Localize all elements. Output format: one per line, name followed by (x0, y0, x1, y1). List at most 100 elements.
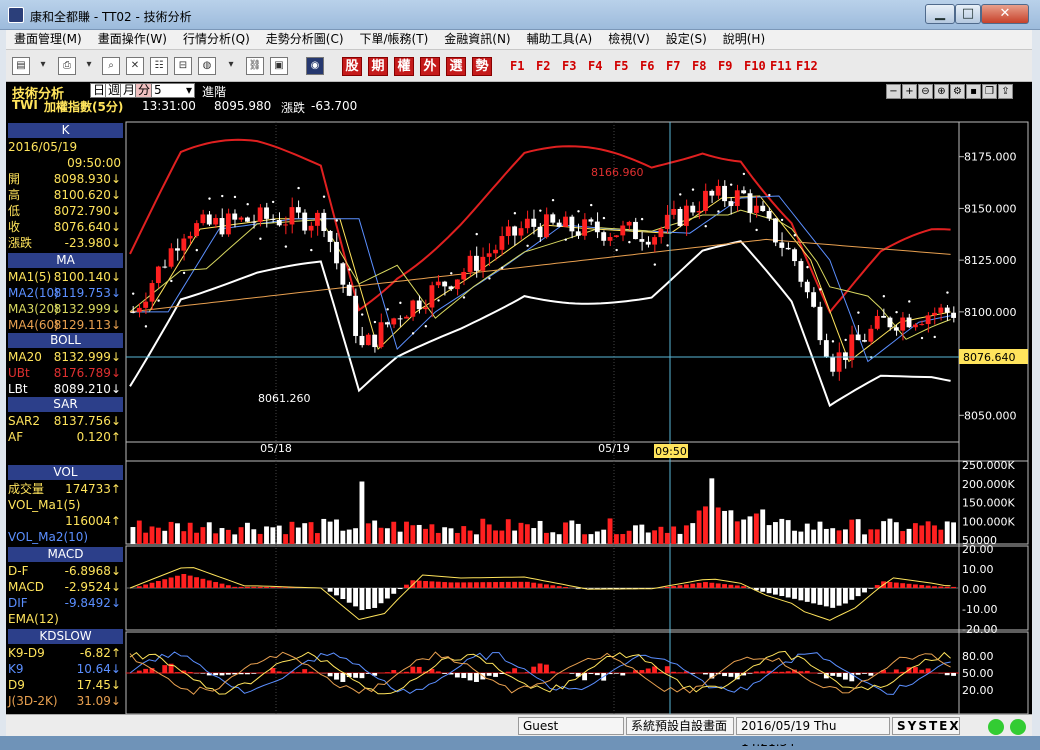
fkey-f5[interactable]: F5 (614, 59, 628, 73)
macd-bar (493, 582, 498, 588)
vol-tick-label: 150.000K (962, 497, 1015, 510)
kd-bar (200, 673, 205, 674)
kd-bar (436, 671, 441, 673)
volume-bar (709, 478, 714, 544)
menu-screen-operate[interactable]: 畫面操作(W) (90, 30, 175, 49)
kd-bar (277, 671, 282, 673)
sar-dot (336, 219, 338, 221)
candle-body (589, 219, 594, 221)
fkey-f3[interactable]: F3 (562, 59, 576, 73)
maximize-button[interactable]: □ (955, 4, 981, 24)
kd-tick-label: 20.00 (962, 684, 994, 697)
dropdown-arrow-icon[interactable]: ▾ (34, 57, 52, 75)
macd-bar (907, 584, 912, 588)
candle-body (398, 318, 403, 319)
minimize-button[interactable]: ▁ (925, 4, 955, 24)
macd-bar (843, 588, 848, 603)
macd-tick-label: 10.00 (962, 563, 994, 576)
candle-body (760, 206, 765, 211)
candle-body (353, 296, 358, 336)
magnify-plus-icon[interactable]: ⊕ (934, 84, 949, 99)
volume-bar (748, 516, 753, 544)
kd-bar (678, 672, 683, 673)
kd-bar (493, 673, 498, 677)
macd-bar (487, 582, 492, 588)
zoom-in-icon[interactable]: + (902, 84, 917, 99)
fkey-f6[interactable]: F6 (640, 59, 654, 73)
sar-dot (768, 194, 770, 196)
menu-trend-chart[interactable]: 走勢分析圖(C) (258, 30, 352, 49)
price-tick-label: 8050.000 (964, 409, 1017, 422)
macd-bar (589, 588, 594, 589)
candle-body (334, 242, 339, 263)
fkey-f2[interactable]: F2 (536, 59, 550, 73)
macd-bar (188, 576, 193, 588)
cancel-icon[interactable]: ✕ (126, 57, 144, 75)
candle-body (684, 206, 689, 226)
volume-bar (888, 519, 893, 544)
kd-bar (220, 673, 225, 675)
menu-order-account[interactable]: 下單/帳務(T) (352, 30, 437, 49)
window-icon[interactable]: ❐ (982, 84, 997, 99)
warrant-button[interactable]: 權 (394, 57, 414, 76)
print-icon[interactable]: ⎙ (58, 57, 76, 75)
sar-dot (603, 217, 605, 219)
fkey-f10[interactable]: F10 (744, 59, 766, 73)
menu-view[interactable]: 檢視(V) (600, 30, 658, 49)
advanced-button[interactable]: 進階 (202, 83, 226, 100)
kd-bar (722, 673, 727, 676)
kd-bar (671, 672, 676, 673)
menu-quote-analysis[interactable]: 行情分析(Q) (175, 30, 258, 49)
globe-icon[interactable]: ◍ (198, 57, 216, 75)
trend-button[interactable]: 勢 (472, 57, 492, 76)
server-icon (1010, 719, 1026, 735)
dropdown-arrow-icon[interactable]: ▾ (222, 57, 240, 75)
menu-settings[interactable]: 設定(S) (658, 30, 715, 49)
volume-bar (181, 531, 186, 544)
logo-icon[interactable]: ◉ (306, 57, 324, 75)
zoom-out-icon[interactable]: − (886, 84, 901, 99)
fkey-f8[interactable]: F8 (692, 59, 706, 73)
export-icon[interactable]: ⇪ (998, 84, 1013, 99)
fkey-f9[interactable]: F9 (718, 59, 732, 73)
fkey-f7[interactable]: F7 (666, 59, 680, 73)
macd-bar (442, 582, 447, 588)
candle-body (754, 206, 759, 213)
magnify-minus-icon[interactable]: ⊖ (918, 84, 933, 99)
fkey-f4[interactable]: F4 (588, 59, 602, 73)
select-button[interactable]: 選 (446, 57, 466, 76)
volume-bar (601, 530, 606, 544)
sar-dot (157, 299, 159, 301)
macd-bar (385, 588, 390, 599)
fkey-f11[interactable]: F11 (770, 59, 792, 73)
macd-bar (519, 582, 524, 588)
vol-tick-label: 100.000K (962, 515, 1015, 528)
compare-icon[interactable]: ⊟ (174, 57, 192, 75)
candle-body (550, 214, 555, 222)
layout-icon[interactable]: ▤ (12, 57, 30, 75)
sar-dot (183, 272, 185, 274)
futures-button[interactable]: 期 (368, 57, 388, 76)
volume-bar (913, 523, 918, 544)
save-icon[interactable]: ▪ (966, 84, 981, 99)
fkey-f1[interactable]: F1 (510, 59, 524, 73)
settings-icon[interactable]: ⚙ (950, 84, 965, 99)
search-icon[interactable]: ⌕ (102, 57, 120, 75)
menu-tools[interactable]: 輔助工具(A) (519, 30, 601, 49)
menu-screen-manage[interactable]: 畫面管理(M) (6, 30, 90, 49)
image-icon[interactable]: ▣ (270, 57, 288, 75)
interval-select[interactable]: 5▾ (151, 83, 195, 98)
macd-bar (194, 577, 199, 588)
dropdown-arrow-icon[interactable]: ▾ (80, 57, 98, 75)
forex-button[interactable]: 外 (420, 57, 440, 76)
stock-button[interactable]: 股 (342, 57, 362, 76)
link-icon[interactable]: ⛓ (246, 57, 264, 75)
candle-body (595, 222, 600, 233)
macd-bar (455, 582, 460, 588)
menu-help[interactable]: 說明(H) (715, 30, 773, 49)
menu-finance-info[interactable]: 金融資訊(N) (436, 30, 518, 49)
sar-dot (425, 325, 427, 327)
grid-icon[interactable]: ☷ (150, 57, 168, 75)
fkey-f12[interactable]: F12 (796, 59, 818, 73)
close-button[interactable]: ✕ (981, 4, 1029, 24)
